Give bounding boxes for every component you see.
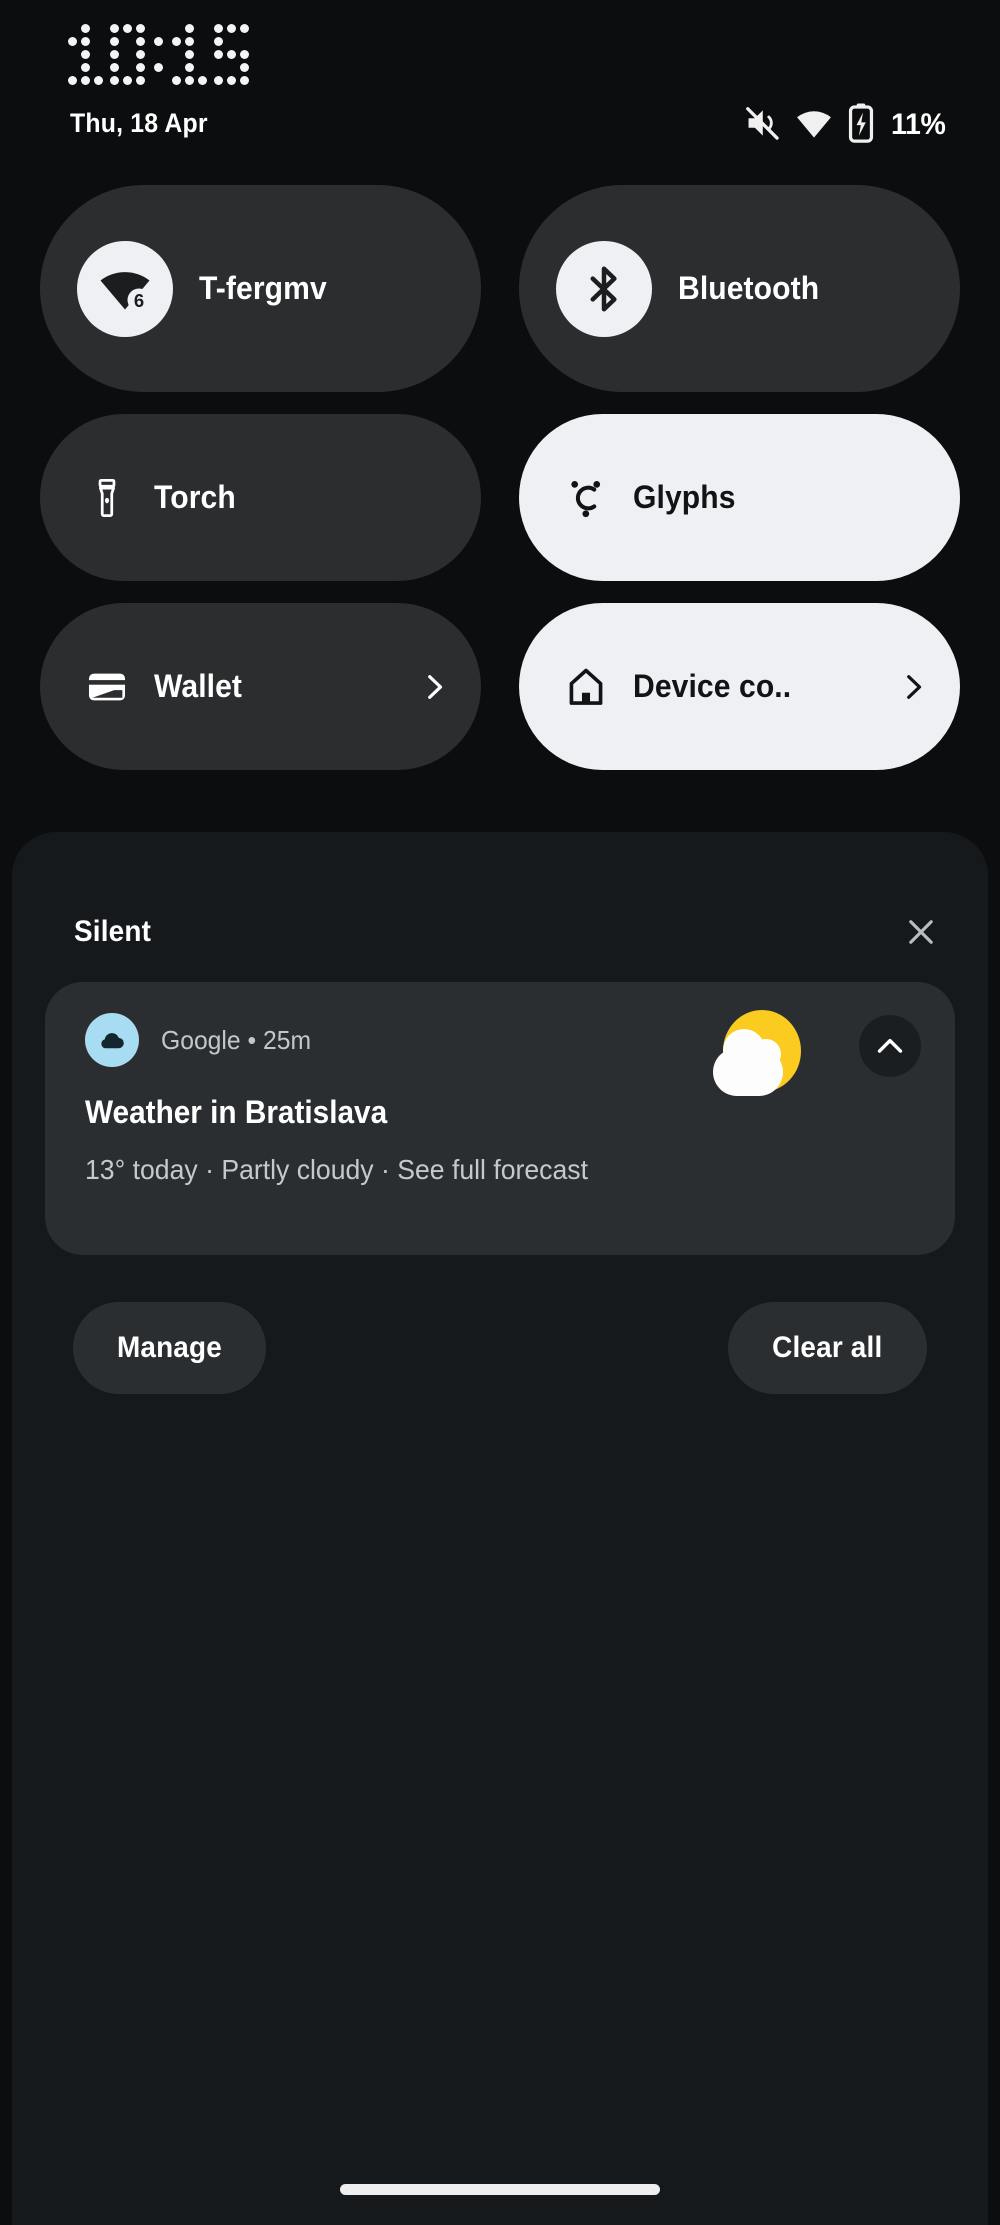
battery-charging-icon bbox=[847, 102, 875, 148]
clear-all-button[interactable]: Clear all bbox=[728, 1302, 927, 1394]
section-title-silent: Silent bbox=[74, 915, 152, 948]
clock-digit bbox=[172, 24, 207, 85]
date-label: Thu, 18 Apr bbox=[70, 108, 208, 138]
home-icon bbox=[563, 664, 609, 710]
close-icon[interactable] bbox=[900, 911, 942, 953]
wifi-icon bbox=[795, 104, 833, 147]
home-gesture-bar[interactable] bbox=[340, 2184, 660, 2195]
cloud-shape bbox=[713, 1029, 783, 1096]
svg-text:6: 6 bbox=[134, 289, 144, 310]
clock-digit bbox=[214, 24, 249, 85]
manage-button-label: Manage bbox=[116, 1331, 222, 1364]
chevron-up-icon[interactable] bbox=[859, 1015, 921, 1077]
manage-button[interactable]: Manage bbox=[73, 1302, 266, 1394]
qs-tile-torch[interactable]: Torch bbox=[40, 414, 481, 581]
notification-action-row: Manage Clear all bbox=[12, 1302, 988, 1394]
phone-screen: Thu, 18 Apr 11% 6 T-fergmv Bluetooth Tor… bbox=[0, 0, 1000, 2225]
clock-digit bbox=[68, 24, 103, 85]
qs-tile-label: Bluetooth bbox=[678, 270, 820, 306]
notification-meta: Google • 25m bbox=[161, 1024, 312, 1055]
notification-title: Weather in Bratislava bbox=[85, 1094, 388, 1130]
qs-tile-label: Device co.. bbox=[633, 668, 792, 704]
notification-panel: Silent Google • 25m Weather in Bratislav… bbox=[12, 832, 988, 2225]
notification-body: 13° today · Partly cloudy · See full for… bbox=[85, 1154, 588, 1185]
clear-all-button-label: Clear all bbox=[772, 1331, 883, 1364]
cloud-icon bbox=[85, 1013, 139, 1067]
qs-tile-label: Glyphs bbox=[633, 479, 736, 515]
partly-cloudy-icon bbox=[713, 1010, 801, 1098]
notification-section-header: Silent bbox=[74, 907, 942, 957]
qs-tile-device-controls[interactable]: Device co.. bbox=[519, 603, 960, 770]
notification-header-row: Google • 25m bbox=[85, 1013, 319, 1067]
battery-percent-label: 11% bbox=[890, 108, 946, 141]
qs-tile-wallet[interactable]: Wallet bbox=[40, 603, 481, 770]
clock-digit bbox=[110, 24, 145, 85]
wifi-6-icon: 6 bbox=[77, 240, 173, 337]
qs-tile-glyphs[interactable]: Glyphs bbox=[519, 414, 960, 581]
glyph-icon bbox=[563, 475, 609, 521]
notification-weather[interactable]: Google • 25m Weather in Bratislava 13° t… bbox=[45, 982, 955, 1255]
qs-tile-bluetooth[interactable]: Bluetooth bbox=[519, 185, 960, 392]
quick-settings-grid: 6 T-fergmv Bluetooth Torch Glyphs Wallet… bbox=[40, 185, 960, 770]
status-icon-group: 11% bbox=[743, 102, 949, 148]
flashlight-icon bbox=[84, 475, 130, 521]
wallet-icon bbox=[84, 664, 130, 710]
qs-tile-label: Wallet bbox=[154, 668, 243, 704]
chevron-right-icon[interactable] bbox=[896, 670, 930, 704]
qs-tile-label: Torch bbox=[154, 479, 236, 515]
volume-mute-icon bbox=[743, 104, 781, 147]
clock-dot-matrix bbox=[68, 24, 249, 85]
clock-colon bbox=[154, 24, 163, 85]
qs-tile-label: T-fergmv bbox=[199, 270, 327, 306]
status-bar: Thu, 18 Apr 11% bbox=[0, 0, 1000, 165]
chevron-right-icon[interactable] bbox=[417, 670, 451, 704]
bluetooth-icon bbox=[556, 240, 652, 337]
qs-tile-wifi[interactable]: 6 T-fergmv bbox=[40, 185, 481, 392]
